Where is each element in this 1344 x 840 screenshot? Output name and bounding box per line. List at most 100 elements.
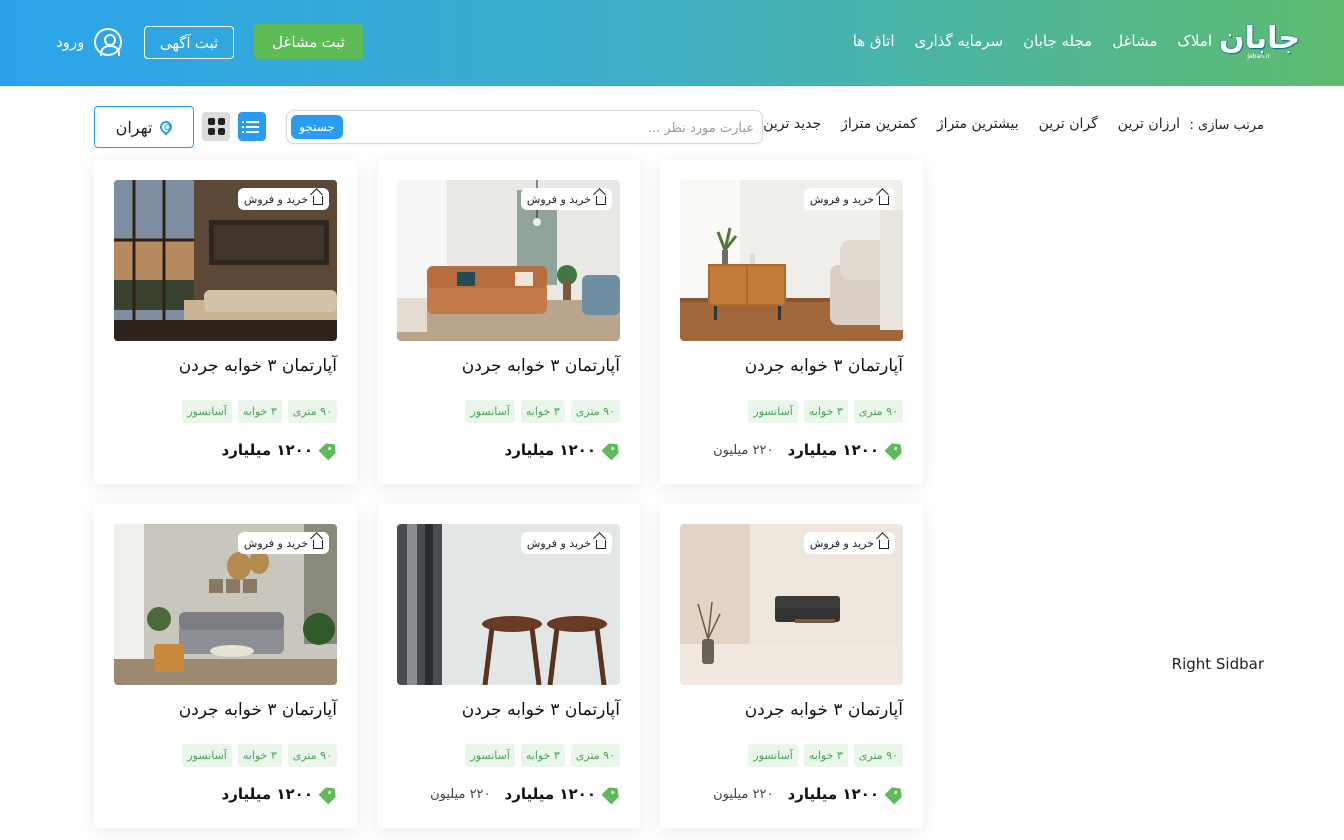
tag-bedrooms: ۳ خوابه: [803, 400, 848, 423]
home-icon: [313, 196, 323, 205]
list-icon-line: [241, 125, 259, 128]
listing-title[interactable]: آپارتمان ۳ خوابه جردن: [179, 356, 337, 376]
listing-image[interactable]: خرید و فروش: [680, 524, 903, 685]
nav-item-magazine[interactable]: مجله جابان: [1023, 30, 1092, 52]
nav-item-businesses[interactable]: مشاغل: [1112, 30, 1157, 52]
price-main: ۱۲۰۰ میلیارد: [504, 785, 596, 803]
listing-title[interactable]: آپارتمان ۳ خوابه جردن: [745, 356, 903, 376]
sort-label: مرتب سازی :: [1189, 118, 1264, 133]
sort-most-expensive[interactable]: گران ترین: [1039, 116, 1098, 132]
search-button[interactable]: جستجو: [291, 115, 343, 139]
tag-elevator: آسانسور: [182, 400, 232, 423]
tag-bedrooms: ۳ خوابه: [520, 744, 565, 767]
tag-bedrooms: ۳ خوابه: [237, 400, 282, 423]
search-input[interactable]: [354, 116, 754, 140]
home-icon: [596, 196, 606, 205]
grid-icon-cell: [207, 128, 215, 135]
price-sub: ۲۲۰ میلیون: [713, 442, 774, 458]
price-main: ۱۲۰۰ میلیارد: [787, 785, 879, 803]
listing-image[interactable]: خرید و فروش: [114, 524, 337, 685]
tag-elevator: آسانسور: [182, 744, 232, 767]
logo-text: جابان: [1218, 21, 1300, 56]
logo-subtext: jaban.ir: [1247, 53, 1270, 60]
login-button[interactable]: ورود: [56, 26, 123, 58]
listing-title[interactable]: آپارتمان ۳ خوابه جردن: [462, 700, 620, 720]
listing-tags: ۹۰ متری ۳ خوابه آسانسور: [182, 744, 337, 767]
city-label: تهران: [115, 117, 153, 137]
tag-area: ۹۰ متری: [570, 400, 620, 423]
tag-area: ۹۰ متری: [287, 400, 337, 423]
grid-icon-cell: [217, 128, 225, 135]
tag-elevator: آسانسور: [465, 744, 515, 767]
search-box: جستجو: [286, 110, 763, 144]
price-main: ۱۲۰۰ میلیارد: [221, 441, 313, 459]
user-icon: [94, 28, 123, 56]
home-icon: [879, 196, 889, 205]
listing-card[interactable]: خرید و فروش آپارتمان ۳ خوابه جردن ۹۰ متر…: [660, 160, 923, 484]
listing-type-badge: خرید و فروش: [803, 532, 895, 554]
listing-tags: ۹۰ متری ۳ خوابه آسانسور: [465, 744, 620, 767]
price-tag-icon: [318, 439, 339, 460]
list-icon-line: [241, 120, 259, 123]
badge-label: خرید و فروش: [526, 536, 591, 550]
listing-card[interactable]: خرید و فروش آپارتمان ۳ خوابه جردن ۹۰ متر…: [377, 160, 640, 484]
listing-type-badge: خرید و فروش: [803, 188, 895, 210]
price-tag-icon: [601, 439, 622, 460]
price-main: ۱۲۰۰ میلیارد: [504, 441, 596, 459]
listing-tags: ۹۰ متری ۳ خوابه آسانسور: [465, 400, 620, 423]
listing-tags: ۹۰ متری ۳ خوابه آسانسور: [748, 400, 903, 423]
sort-cheapest[interactable]: ارزان ترین: [1118, 116, 1180, 132]
tag-elevator: آسانسور: [465, 400, 515, 423]
sort-smallest[interactable]: کمترین متراژ: [841, 116, 917, 132]
badge-label: خرید و فروش: [243, 192, 308, 206]
tag-bedrooms: ۳ خوابه: [520, 400, 565, 423]
sort-options: ارزان ترین گران ترین بیشترین متراژ کمتری…: [763, 116, 1180, 132]
list-view-toggle[interactable]: [238, 112, 266, 141]
home-icon: [879, 540, 889, 549]
listing-price: ۱۲۰۰ میلیارد ۲۲۰ میلیون: [713, 785, 903, 803]
city-selector[interactable]: تهران: [94, 106, 194, 148]
listing-image[interactable]: خرید و فروش: [397, 180, 620, 341]
home-icon: [313, 540, 323, 549]
price-tag-icon: [601, 783, 622, 804]
listing-type-badge: خرید و فروش: [237, 188, 329, 210]
listing-image[interactable]: خرید و فروش: [397, 524, 620, 685]
site-logo[interactable]: جابان jaban.ir: [1219, 22, 1300, 64]
listing-price: ۱۲۰۰ میلیارد: [222, 441, 337, 459]
grid-view-toggle[interactable]: [202, 112, 230, 141]
listing-title[interactable]: آپارتمان ۳ خوابه جردن: [179, 700, 337, 720]
sort-newest[interactable]: جدید ترین: [763, 116, 821, 132]
grid-icon-cell: [217, 118, 225, 125]
badge-label: خرید و فروش: [243, 536, 308, 550]
badge-label: خرید و فروش: [526, 192, 591, 206]
listing-price: ۱۲۰۰ میلیارد ۲۲۰ میلیون: [713, 441, 903, 459]
badge-label: خرید و فروش: [809, 536, 874, 550]
listing-card[interactable]: خرید و فروش آپارتمان ۳ خوابه جردن ۹۰ متر…: [377, 504, 640, 828]
sort-largest[interactable]: بیشترین متراژ: [937, 116, 1019, 132]
listing-image[interactable]: خرید و فروش: [680, 180, 903, 341]
tag-elevator: آسانسور: [748, 400, 798, 423]
location-pin-icon: [157, 118, 175, 136]
nav-item-rooms[interactable]: اتاق ها: [853, 30, 895, 52]
listing-card[interactable]: خرید و فروش آپارتمان ۳ خوابه جردن ۹۰ متر…: [94, 504, 357, 828]
tag-area: ۹۰ متری: [853, 744, 903, 767]
tag-area: ۹۰ متری: [853, 400, 903, 423]
price-sub: ۲۲۰ میلیون: [713, 786, 774, 802]
price-tag-icon: [884, 783, 905, 804]
tag-elevator: آسانسور: [748, 744, 798, 767]
listing-price: ۱۲۰۰ میلیارد: [505, 441, 620, 459]
listing-tags: ۹۰ متری ۳ خوابه آسانسور: [748, 744, 903, 767]
price-tag-icon: [884, 439, 905, 460]
home-icon: [596, 540, 606, 549]
nav-item-properties[interactable]: املاک: [1177, 30, 1212, 52]
listing-image[interactable]: خرید و فروش: [114, 180, 337, 341]
register-ad-button[interactable]: ثبت آگهی: [144, 26, 234, 59]
tag-bedrooms: ۳ خوابه: [803, 744, 848, 767]
listing-card[interactable]: خرید و فروش آپارتمان ۳ خوابه جردن ۹۰ متر…: [94, 160, 357, 484]
listing-card[interactable]: خرید و فروش آپارتمان ۳ خوابه جردن ۹۰ متر…: [660, 504, 923, 828]
nav-item-investment[interactable]: سرمایه گذاری: [915, 30, 1004, 52]
listing-price: ۱۲۰۰ میلیارد: [222, 785, 337, 803]
listing-title[interactable]: آپارتمان ۳ خوابه جردن: [462, 356, 620, 376]
register-business-button[interactable]: ثبت مشاغل: [254, 24, 363, 59]
listing-title[interactable]: آپارتمان ۳ خوابه جردن: [745, 700, 903, 720]
